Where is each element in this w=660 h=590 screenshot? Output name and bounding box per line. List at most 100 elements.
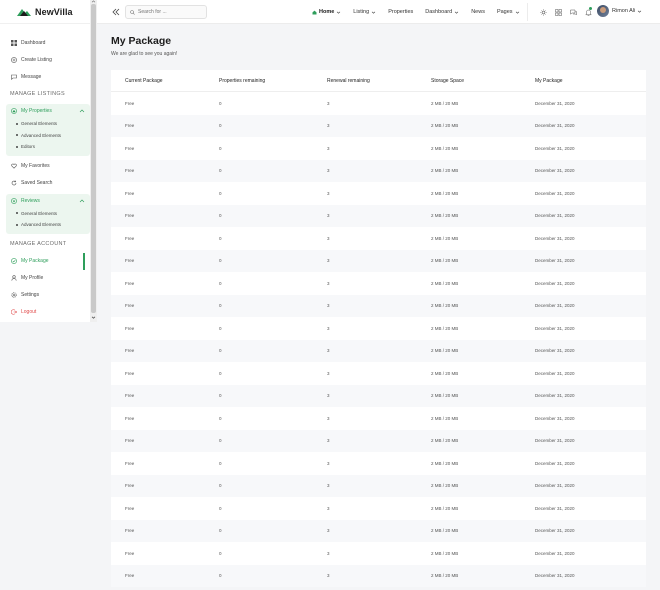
chevron-down-icon [371,11,376,14]
table-cell: 3 [327,190,330,196]
table-row: Free 0 3 2 MB / 20 MB December 31, 2020 [111,564,646,587]
sidebar-scrollbar[interactable] [90,0,97,322]
table-cell: 3 [327,145,330,151]
table-cell: 3 [327,370,330,376]
nav-news[interactable]: News [471,9,485,15]
sidebar-item-label: Create Listing [21,56,52,63]
sub-item-general-elements[interactable]: General Elements [6,118,90,130]
table-row: Free 0 3 2 MB / 20 MB December 31, 2020 [111,497,646,520]
table-cell: December 31, 2020 [535,438,575,444]
table-cell: Free [125,370,135,376]
logo-text: NewVilla [35,6,73,17]
table-cell: December 31, 2020 [535,145,575,151]
search-box[interactable] [125,5,207,19]
table-cell: December 31, 2020 [535,573,575,579]
sidebar-item-label: Logout [21,309,37,315]
sidebar-item-settings[interactable]: Settings [0,287,96,304]
table-cell: 0 [219,483,222,489]
sidebar-item-my-properties[interactable]: My Properties [6,104,90,118]
table-cell: 3 [327,213,330,219]
table-row: Free 0 3 2 MB / 20 MB December 31, 2020 [111,272,646,295]
sub-item-general-elements[interactable]: General Elements [6,208,90,220]
table-cell: 2 MB / 20 MB [431,235,459,241]
nav-home[interactable]: Home [312,9,341,15]
apps-button[interactable] [552,6,564,18]
nav-label: Listing [353,9,370,15]
scroll-down-arrow-icon[interactable] [91,315,96,320]
package-icon [11,258,17,264]
table-cell: December 31, 2020 [535,235,575,241]
table-cell: December 31, 2020 [535,258,575,264]
messages-button[interactable] [567,6,579,18]
logo[interactable]: NewVilla [0,0,96,24]
search-input[interactable] [138,9,203,15]
sub-item-advanced-elements[interactable]: Advanced Elements [6,130,90,142]
scrollbar-thumb[interactable] [91,4,96,313]
table-cell: 0 [219,348,222,354]
nav-label: Properties [388,9,414,15]
table-cell: 3 [327,505,330,511]
sidebar-item-my-profile[interactable]: My Profile [0,270,96,287]
sidebar-item-dashboard[interactable]: Dashboard [0,34,96,51]
table-cell: 0 [219,438,222,444]
table-cell: 3 [327,168,330,174]
table-cell: December 31, 2020 [535,213,575,219]
table-cell: 3 [327,393,330,399]
user-name: Rimon Ali [612,8,636,14]
chevron-down-icon [515,11,519,14]
chevron-up-icon[interactable] [79,198,85,204]
theme-toggle-button[interactable] [537,6,549,18]
avatar[interactable] [597,5,609,17]
chevron-up-icon[interactable] [79,108,85,114]
table-cell: Free [125,528,135,534]
table-cell: 3 [327,438,330,444]
column-header: Properties remaining [219,77,266,84]
table-cell: 2 MB / 20 MB [431,145,459,151]
table-cell: December 31, 2020 [535,280,575,286]
user-menu[interactable]: Rimon Ali [597,5,642,17]
nav-properties[interactable]: Properties [388,9,413,15]
group-my-properties: My Properties General Elements Advanced … [6,104,90,156]
heart-icon [11,163,17,169]
sidebar-item-my-package[interactable]: My Package [0,252,96,270]
table-cell: 2 MB / 20 MB [431,528,459,534]
sidebar-item-my-favorites[interactable]: My Favorites [0,158,96,175]
nav-dashboard[interactable]: Dashboard [425,9,459,15]
table-cell: December 31, 2020 [535,348,575,354]
sidebar-item-message[interactable]: Message [0,68,96,85]
table-cell: Free [125,145,135,151]
table-row: Free 0 3 2 MB / 20 MB December 31, 2020 [111,294,646,317]
top-header: Home Listing Properties Dashboard News P… [97,0,660,24]
chat-icon [569,9,577,15]
table-cell: Free [125,100,135,106]
table-cell: December 31, 2020 [535,483,575,489]
collapse-sidebar-icon[interactable] [112,8,120,16]
table-cell: 0 [219,393,222,399]
table-cell: 2 MB / 20 MB [431,168,459,174]
sub-item-editors[interactable]: Editors [6,141,90,153]
grid-icon [554,8,562,16]
table-cell: Free [125,393,135,399]
table-cell: December 31, 2020 [535,550,575,556]
table-cell: 0 [219,213,222,219]
search-icon [130,9,135,15]
table-cell: 2 MB / 20 MB [431,415,459,421]
nav-pages[interactable]: Pages [497,9,520,15]
sidebar-item-saved-search[interactable]: Saved Search [0,175,96,192]
table-cell: Free [125,348,135,354]
sub-item-advanced-elements[interactable]: Advanced Elements [6,219,90,231]
table-row: Free 0 3 2 MB / 20 MB December 31, 2020 [111,227,646,250]
sidebar-item-reviews[interactable]: Reviews [6,194,90,208]
table-cell: Free [125,235,135,241]
sidebar-item-create-listing[interactable]: Create Listing [0,51,96,68]
notifications-button[interactable] [582,6,594,18]
user-icon [11,275,17,281]
home-circle-icon [11,108,17,114]
sidebar-item-logout[interactable]: Logout [0,304,96,321]
table-cell: December 31, 2020 [535,393,575,399]
table-row: Free 0 3 2 MB / 20 MB December 31, 2020 [111,159,646,182]
table-cell: 3 [327,123,330,129]
table-cell: 3 [327,573,330,579]
chevron-down-icon [337,11,341,14]
nav-listing[interactable]: Listing [353,9,376,15]
